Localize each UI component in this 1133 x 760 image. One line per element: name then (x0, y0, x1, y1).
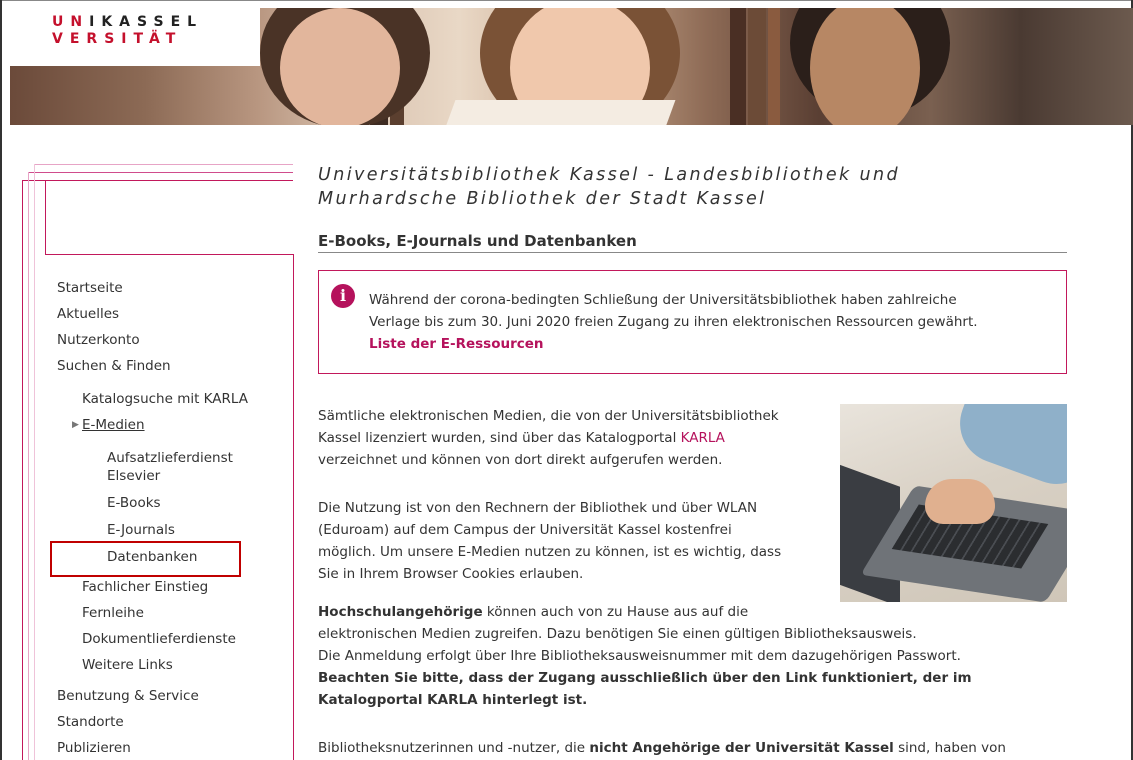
e-resources-list-link[interactable]: Liste der E-Ressourcen (369, 333, 1059, 355)
window-left-border (0, 0, 2, 760)
nav-item-aktuelles[interactable]: Aktuelles (57, 305, 119, 323)
nav-item-startseite[interactable]: Startseite (57, 279, 123, 297)
nav-item-benutzung-service[interactable]: Benutzung & Service (57, 687, 199, 705)
nav-item-dokumentlieferdienste[interactable]: Dokumentlieferdienste (82, 630, 236, 648)
logo-row-2: VERSITÄT (52, 31, 183, 47)
title-divider (318, 252, 1067, 253)
expanded-triangle-icon: ▶ (72, 420, 79, 430)
logo-row-1: UNIKASSEL (52, 14, 204, 30)
nav-item-aufsatzlieferdienst[interactable]: Aufsatzlieferdienst (107, 449, 233, 467)
nav-item-e-journals[interactable]: E-Journals (107, 521, 175, 539)
paragraph-external-users: Bibliotheksnutzerinnen und -nutzer, die … (318, 740, 1006, 756)
nav-item-fernleihe[interactable]: Fernleihe (82, 604, 144, 622)
paragraph-university-members: Hochschulangehörige können auch von zu H… (318, 604, 972, 708)
info-icon: i (331, 284, 355, 308)
nav-item-standorte[interactable]: Standorte (57, 713, 124, 731)
page-title: E-Books, E-Journals und Datenbanken (318, 232, 637, 250)
corona-notice-box: i Während der corona-bedingten Schließun… (318, 270, 1067, 374)
nav-item-publizieren[interactable]: Publizieren (57, 739, 131, 757)
university-logo[interactable]: UNIKASSEL VERSITÄT (10, 8, 260, 66)
notice-text: Während der corona-bedingten Schließung … (369, 289, 1059, 355)
nav-item-nutzerkonto[interactable]: Nutzerkonto (57, 331, 140, 349)
paragraph-intro: Sämtliche elektronischen Medien, die von… (318, 408, 779, 468)
karla-link[interactable]: KARLA (681, 430, 725, 446)
window-top-border (0, 0, 1133, 1)
institution-name: Universitätsbibliothek Kassel - Landesbi… (318, 165, 901, 209)
nav-item-e-medien[interactable]: E-Medien (82, 416, 145, 434)
nav-item-e-books[interactable]: E-Books (107, 494, 161, 512)
nav-item-fachlicher-einstieg[interactable]: Fachlicher Einstieg (82, 578, 208, 596)
nav-item-weitere-links[interactable]: Weitere Links (82, 656, 173, 674)
nav-item-elsevier[interactable]: Elsevier (107, 467, 160, 485)
paragraph-usage: Die Nutzung ist von den Rechnern der Bib… (318, 500, 782, 582)
laptop-photo (840, 404, 1067, 602)
nav-item-suchen-finden[interactable]: Suchen & Finden (57, 357, 171, 375)
selected-item-highlight-box (50, 541, 241, 577)
nav-item-katalogsuche-karla[interactable]: Katalogsuche mit KARLA (82, 390, 248, 408)
